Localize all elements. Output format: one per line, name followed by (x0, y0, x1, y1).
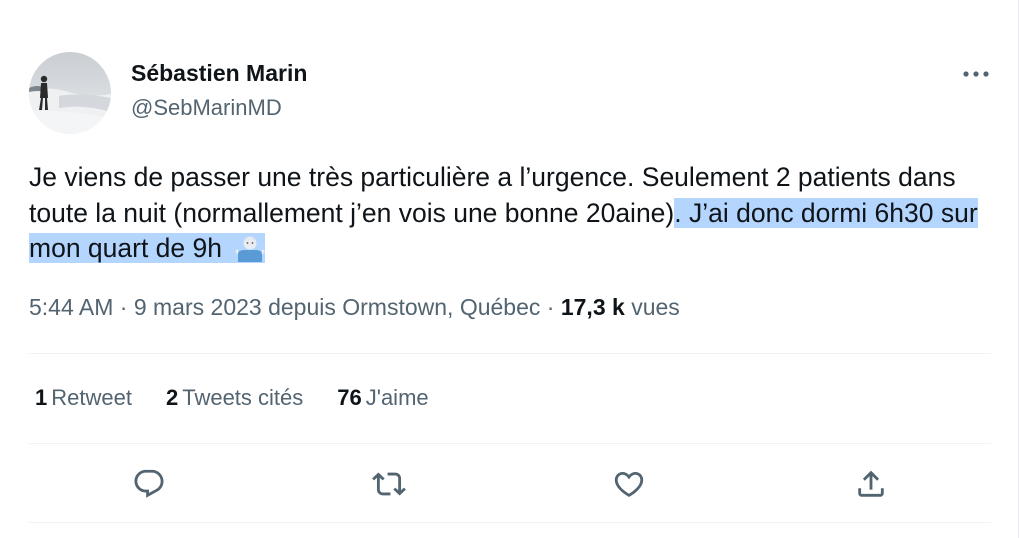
share-button[interactable] (851, 464, 891, 504)
quotes-stat[interactable]: 2 Tweets cités (166, 385, 303, 411)
quotes-count: 2 (165, 385, 179, 410)
tweet-meta: 5:44 AM · 9 mars 2023 depuis Ormstown, Q… (29, 294, 680, 321)
likes-count: 76 (337, 385, 362, 410)
quotes-label: Tweets cités (182, 385, 304, 410)
divider (29, 443, 991, 444)
like-button[interactable] (609, 464, 649, 504)
divider (29, 522, 991, 523)
likes-stat[interactable]: 76 J'aime (337, 385, 428, 411)
like-icon (614, 471, 644, 497)
separator: · (546, 294, 555, 320)
divider (29, 353, 991, 354)
more-options-button[interactable] (956, 60, 996, 88)
avatar-photo-icon (29, 52, 111, 134)
retweet-button[interactable] (369, 464, 409, 504)
views-label: vues (631, 294, 680, 320)
tweet-date[interactable]: 9 mars 2023 (134, 294, 262, 320)
views-count[interactable]: 17,3 k (561, 294, 625, 320)
tweet-time[interactable]: 5:44 AM (29, 294, 113, 320)
tweet-stats: 1 Retweet 2 Tweets cités 76 J'aime (35, 385, 463, 411)
reply-button[interactable] (129, 464, 169, 504)
avatar[interactable] (29, 52, 111, 134)
retweets-count: 1 (35, 385, 48, 410)
tweet-text: Je viens de passer une très particulière… (29, 160, 994, 273)
likes-label: J'aime (365, 385, 429, 410)
author-handle[interactable]: @SebMarinMD (131, 95, 282, 121)
retweets-label: Retweet (51, 385, 132, 410)
share-icon (858, 470, 884, 497)
reply-icon (134, 469, 164, 498)
separator: · (119, 294, 128, 320)
more-dots-icon (963, 71, 989, 77)
retweets-stat[interactable]: 1 Retweet (35, 385, 132, 411)
man-shrugging-emoji-icon (235, 233, 266, 273)
tweet-location: depuis Ormstown, Québec (268, 294, 541, 320)
tweet-card: Sébastien Marin @SebMarinMD Je viens de … (0, 0, 1019, 538)
retweet-icon (372, 472, 406, 496)
author-name[interactable]: Sébastien Marin (131, 60, 307, 87)
